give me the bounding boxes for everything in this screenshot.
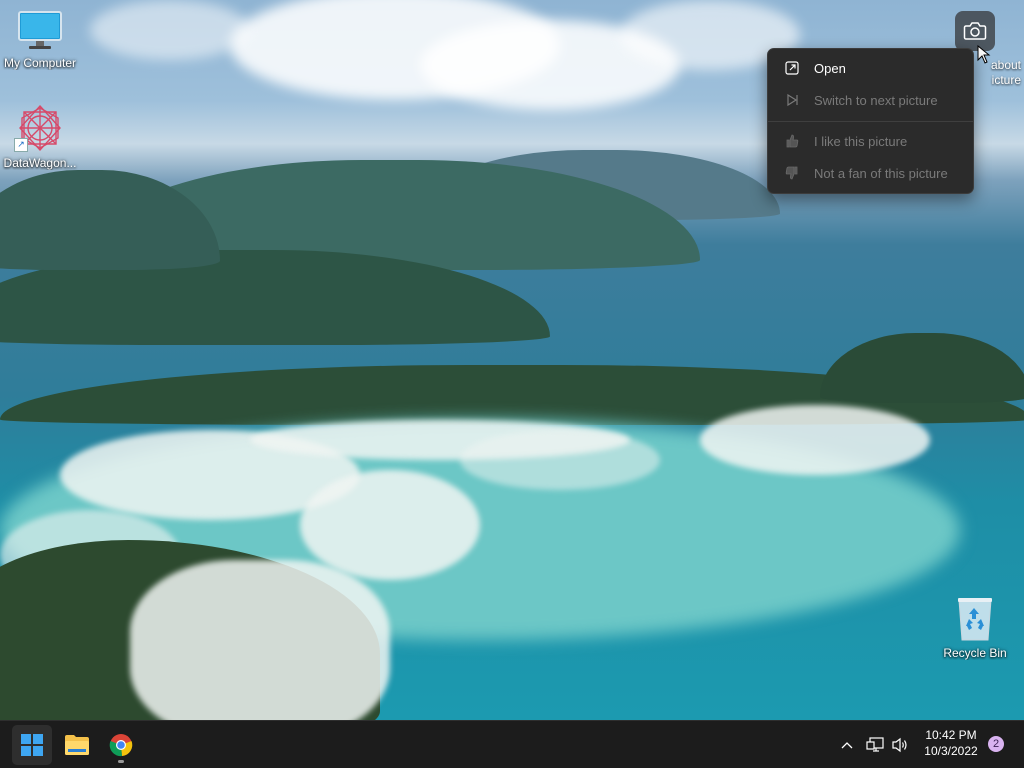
menu-divider [768, 121, 973, 122]
chevron-up-icon [841, 742, 853, 749]
camera-icon [963, 22, 987, 40]
windows-logo-icon [21, 734, 43, 756]
desktop-icon-label: My Computer [3, 56, 77, 70]
chrome-icon [109, 734, 133, 757]
about-label-line1: about [990, 58, 1021, 72]
spotlight-context-menu: Open Switch to next picture I like this … [767, 48, 974, 194]
desktop-icon-label: Recycle Bin [943, 646, 1007, 660]
network-icon [866, 737, 884, 752]
volume-button[interactable] [889, 733, 911, 757]
about-label-line2: icture [991, 73, 1021, 87]
clock-time: 10:42 PM [925, 728, 977, 742]
running-indicator [118, 760, 124, 763]
menu-item-label: Not a fan of this picture [814, 165, 948, 181]
menu-item-label: Open [814, 60, 846, 76]
menu-item-dislike[interactable]: Not a fan of this picture [772, 158, 969, 188]
monitor-icon [18, 11, 62, 49]
open-external-icon [784, 60, 800, 76]
taskbar-clock[interactable]: 10:42 PM 10/3/2022 [914, 727, 988, 759]
menu-item-label: Switch to next picture [814, 92, 938, 108]
clock-date: 10/3/2022 [924, 744, 978, 758]
desktop-icon-recycle-bin[interactable]: Recycle Bin [935, 596, 1015, 660]
shortcut-arrow-icon: ↗ [14, 138, 28, 152]
menu-item-like[interactable]: I like this picture [772, 126, 969, 156]
menu-item-label: I like this picture [814, 133, 908, 149]
thumbs-down-icon [784, 165, 800, 181]
menu-item-open[interactable]: Open [772, 53, 969, 83]
network-status-button[interactable] [864, 733, 886, 757]
recycle-bin-icon [958, 598, 992, 641]
taskbar-chrome[interactable] [101, 725, 141, 765]
desktop-icon-label: DataWagon... [3, 156, 77, 170]
taskbar: 10:42 PM 10/3/2022 2 [0, 720, 1024, 768]
speaker-icon [892, 737, 907, 753]
taskbar-file-explorer[interactable] [57, 725, 97, 765]
desktop-icon-datawagon[interactable]: ↗ DataWagon... [0, 104, 80, 170]
next-picture-icon [784, 92, 800, 108]
notification-count-badge[interactable]: 2 [988, 736, 1004, 752]
desktop-icon-my-computer[interactable]: My Computer [0, 10, 80, 70]
thumbs-up-icon [784, 133, 800, 149]
start-button[interactable] [12, 725, 52, 765]
folder-icon [65, 735, 89, 755]
menu-item-next-picture[interactable]: Switch to next picture [772, 85, 969, 115]
show-hidden-icons-button[interactable] [836, 733, 858, 757]
